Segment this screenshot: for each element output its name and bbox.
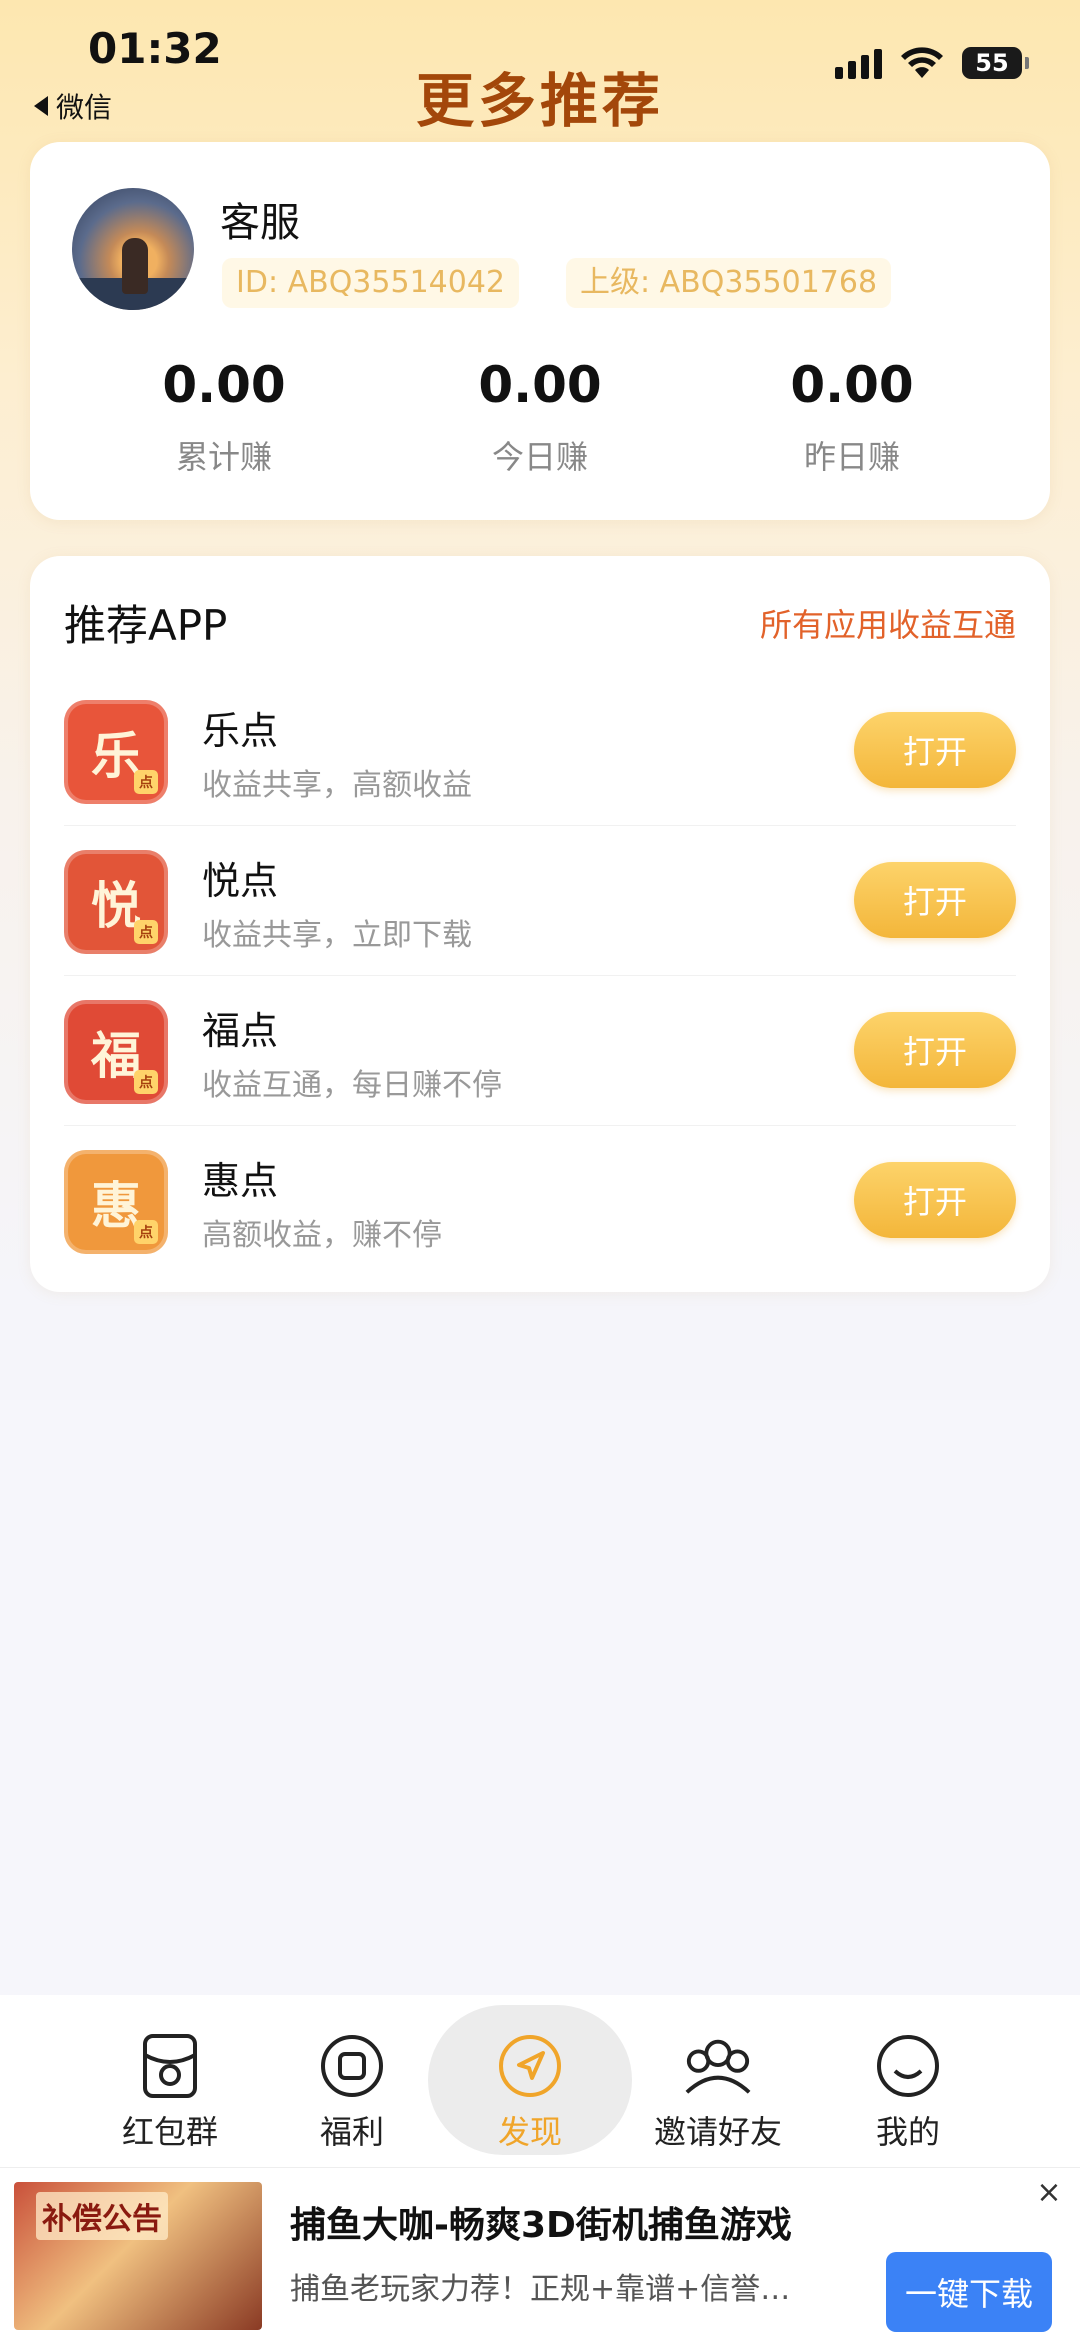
- app-description: 收益共享，高额收益: [202, 768, 472, 803]
- mini-badge-icon: 点: [134, 920, 158, 944]
- ad-subtitle: 捕鱼老玩家力荐！正规+靠谱+信誉…: [290, 2272, 791, 2307]
- smile-icon: [873, 2031, 943, 2101]
- ad-banner[interactable]: 补偿公告 捕鱼大咖-畅爽3D街机捕鱼游戏 捕鱼老玩家力荐！正规+靠谱+信誉… 一…: [0, 2167, 1080, 2338]
- ad-thumb-label: 补偿公告: [36, 2192, 168, 2240]
- red-envelope-icon: [135, 2031, 205, 2101]
- stat-total: 0.00 累计赚: [104, 356, 344, 478]
- nav-item-invite[interactable]: 邀请好友: [628, 1995, 808, 2167]
- nav-label: 我的: [875, 2113, 940, 2151]
- app-row[interactable]: 惠 点 惠点 高额收益，赚不停 打开: [64, 1126, 1016, 1276]
- app-description: 高额收益，赚不停: [202, 1218, 442, 1253]
- profile-card: 客服 ID: ABQ35514042 上级: ABQ35501768 0.00 …: [30, 142, 1050, 520]
- mini-badge-icon: 点: [134, 770, 158, 794]
- stat-today: 0.00 今日赚: [420, 356, 660, 478]
- app-name: 福点: [202, 1009, 279, 1053]
- app-row[interactable]: 悦 点 悦点 收益共享，立即下载 打开: [64, 826, 1016, 976]
- app-name: 惠点: [202, 1159, 279, 1203]
- app-icon-yuedian[interactable]: 悦 点: [64, 850, 168, 954]
- close-icon[interactable]: ×: [1034, 2178, 1064, 2208]
- square-icon: [317, 2031, 387, 2101]
- user-id-tag: ID: ABQ35514042: [222, 258, 520, 308]
- stat-total-label: 累计赚: [175, 438, 272, 476]
- app-row[interactable]: 乐 点 乐点 收益共享，高额收益 打开: [64, 676, 1016, 826]
- stat-today-value: 0.00: [478, 356, 602, 414]
- all-apps-link[interactable]: 所有应用收益互通: [760, 600, 1016, 646]
- nav-item-welfare[interactable]: 福利: [262, 1995, 442, 2167]
- username: 客服: [220, 200, 300, 246]
- open-button[interactable]: 打开: [854, 1012, 1016, 1088]
- stat-yesterday-label: 昨日赚: [803, 438, 900, 476]
- ad-title: 捕鱼大咖-畅爽3D街机捕鱼游戏: [290, 2205, 792, 2246]
- app-description: 收益共享，立即下载: [202, 918, 472, 953]
- group-icon: [683, 2031, 753, 2101]
- stat-total-value: 0.00: [162, 356, 286, 414]
- bottom-nav: 红包群 福利 发现 邀请好友 我的: [0, 1995, 1080, 2167]
- nav-item-mine[interactable]: 我的: [818, 1995, 998, 2167]
- open-button[interactable]: 打开: [854, 862, 1016, 938]
- recommend-card: 推荐APP 所有应用收益互通 乐 点 乐点 收益共享，高额收益 打开 悦 点 悦…: [30, 556, 1050, 1292]
- app-name: 乐点: [202, 709, 279, 753]
- mini-badge-icon: 点: [134, 1220, 158, 1244]
- app-row[interactable]: 福 点 福点 收益互通，每日赚不停 打开: [64, 976, 1016, 1126]
- app-description: 收益互通，每日赚不停: [202, 1068, 502, 1103]
- nav-label: 邀请好友: [653, 2113, 782, 2151]
- stat-yesterday-value: 0.00: [790, 356, 914, 414]
- open-button[interactable]: 打开: [854, 1162, 1016, 1238]
- nav-label: 红包群: [121, 2113, 218, 2151]
- nav-item-red-envelope[interactable]: 红包群: [80, 1995, 260, 2167]
- nav-label: 福利: [319, 2113, 384, 2151]
- ad-thumbnail[interactable]: 补偿公告: [14, 2182, 262, 2330]
- app-name: 悦点: [202, 859, 279, 903]
- recommend-title: 推荐APP: [64, 601, 228, 650]
- nav-label: 发现: [497, 2113, 562, 2151]
- mini-badge-icon: 点: [134, 1070, 158, 1094]
- app-icon-fudian[interactable]: 福 点: [64, 1000, 168, 1104]
- avatar[interactable]: [72, 188, 194, 310]
- compass-icon: [495, 2031, 565, 2101]
- open-button[interactable]: 打开: [854, 712, 1016, 788]
- page-title: 更多推荐: [415, 67, 664, 135]
- app-icon-huidian[interactable]: 惠 点: [64, 1150, 168, 1254]
- app-icon-ledian[interactable]: 乐 点: [64, 700, 168, 804]
- stat-today-label: 今日赚: [491, 438, 588, 476]
- nav-item-discover[interactable]: 发现: [440, 1995, 620, 2167]
- ad-download-button[interactable]: 一键下载: [886, 2252, 1052, 2332]
- stat-yesterday: 0.00 昨日赚: [732, 356, 972, 478]
- parent-id-tag: 上级: ABQ35501768: [566, 258, 892, 308]
